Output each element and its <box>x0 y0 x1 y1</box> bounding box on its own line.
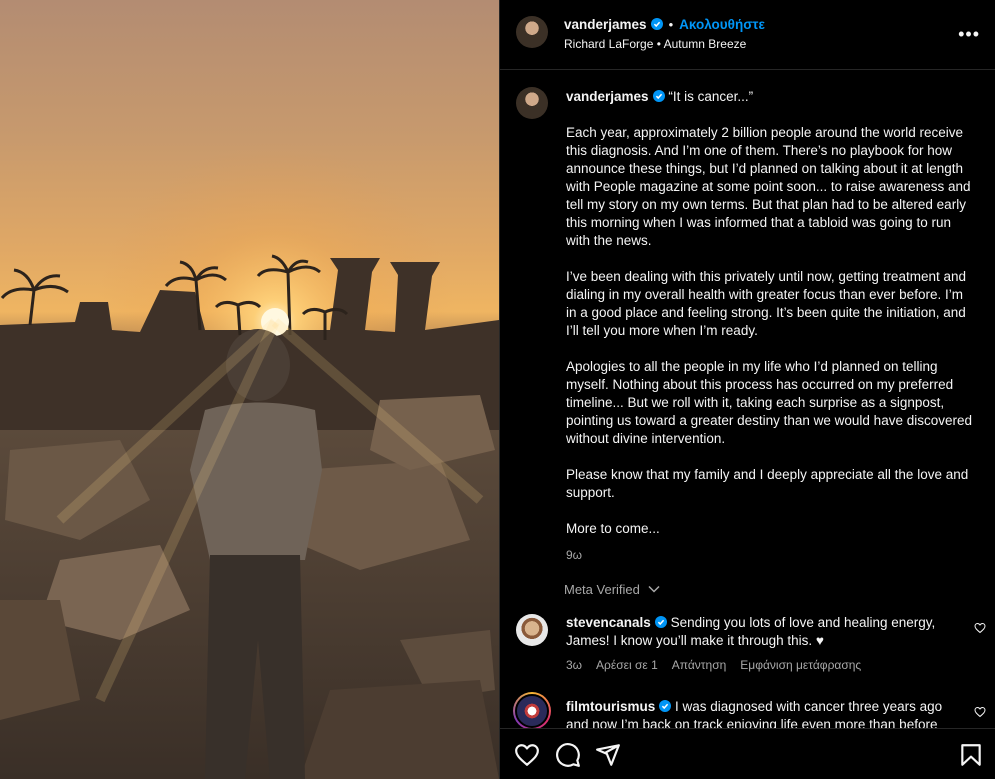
audio-label[interactable]: Richard LaForge • Autumn Breeze <box>564 37 746 51</box>
post-panel: vanderjames • Ακολουθήστε Richard LaForge … <box>499 0 995 779</box>
comment-likes[interactable]: Αρέσει σε 1 <box>596 658 658 672</box>
sunset-scene-image <box>0 0 499 779</box>
meta-verified-toggle[interactable]: Meta Verified <box>564 582 660 597</box>
commenter-avatar[interactable] <box>516 614 548 646</box>
commenter-username[interactable]: stevencanals <box>566 615 651 630</box>
see-translation-button[interactable]: Εμφάνιση μετάφρασης <box>740 658 861 672</box>
commenter-avatar[interactable] <box>513 692 551 730</box>
author-line: vanderjames • Ακολουθήστε <box>564 16 765 34</box>
commenter-avatar-image <box>515 694 549 728</box>
chevron-down-icon <box>647 585 660 593</box>
caption-author-username[interactable]: vanderjames <box>566 89 649 104</box>
caption-paragraph: Each year, approximately 2 billion peopl… <box>566 125 971 248</box>
caption-paragraph: More to come... <box>566 521 660 536</box>
comment-like-heart-icon[interactable] <box>974 706 986 718</box>
more-options-button[interactable]: ••• <box>958 24 980 45</box>
author-username[interactable]: vanderjames <box>564 17 647 32</box>
comment-timestamp[interactable]: 3ω <box>566 658 582 672</box>
author-avatar[interactable] <box>516 16 548 48</box>
comments-scroll-area[interactable]: vanderjames “It is cancer...” Each year,… <box>500 71 995 737</box>
commenter-username[interactable]: filmtourismus <box>566 699 655 714</box>
follow-button[interactable]: Ακολουθήστε <box>679 17 765 32</box>
verified-badge-icon <box>652 90 665 102</box>
separator-dot: • <box>668 17 674 32</box>
heart-icon[interactable] <box>514 742 540 768</box>
comment-body: stevencanals Sending you lots of love an… <box>566 614 966 650</box>
caption-author-avatar[interactable] <box>516 87 548 119</box>
caption-paragraph: I’ve been dealing with this privately un… <box>566 269 966 338</box>
comment-meta-row: 3ω Αρέσει σε 1 Απάντηση Εμφάνιση μετάφρα… <box>566 658 861 672</box>
comment-like-heart-icon[interactable] <box>974 622 986 634</box>
bookmark-icon[interactable] <box>958 742 984 768</box>
comment-icon[interactable] <box>555 742 581 768</box>
caption-opening: “It is cancer...” <box>668 89 754 104</box>
caption-paragraph: Please know that my family and I deeply … <box>566 467 969 500</box>
verified-badge-icon <box>659 700 672 712</box>
meta-verified-label: Meta Verified <box>564 582 640 597</box>
post-action-bar <box>500 728 995 779</box>
post-photo[interactable] <box>0 0 499 779</box>
verified-badge-icon <box>654 616 667 628</box>
verified-badge-icon <box>650 18 663 30</box>
caption-timestamp[interactable]: 9ω <box>566 546 976 564</box>
caption-paragraph: Apologies to all the people in my life w… <box>566 359 972 446</box>
reply-button[interactable]: Απάντηση <box>672 658 727 672</box>
post-header: vanderjames • Ακολουθήστε Richard LaForge … <box>500 0 995 70</box>
share-icon[interactable] <box>595 742 621 768</box>
caption-body: vanderjames “It is cancer...” Each year,… <box>566 88 976 564</box>
